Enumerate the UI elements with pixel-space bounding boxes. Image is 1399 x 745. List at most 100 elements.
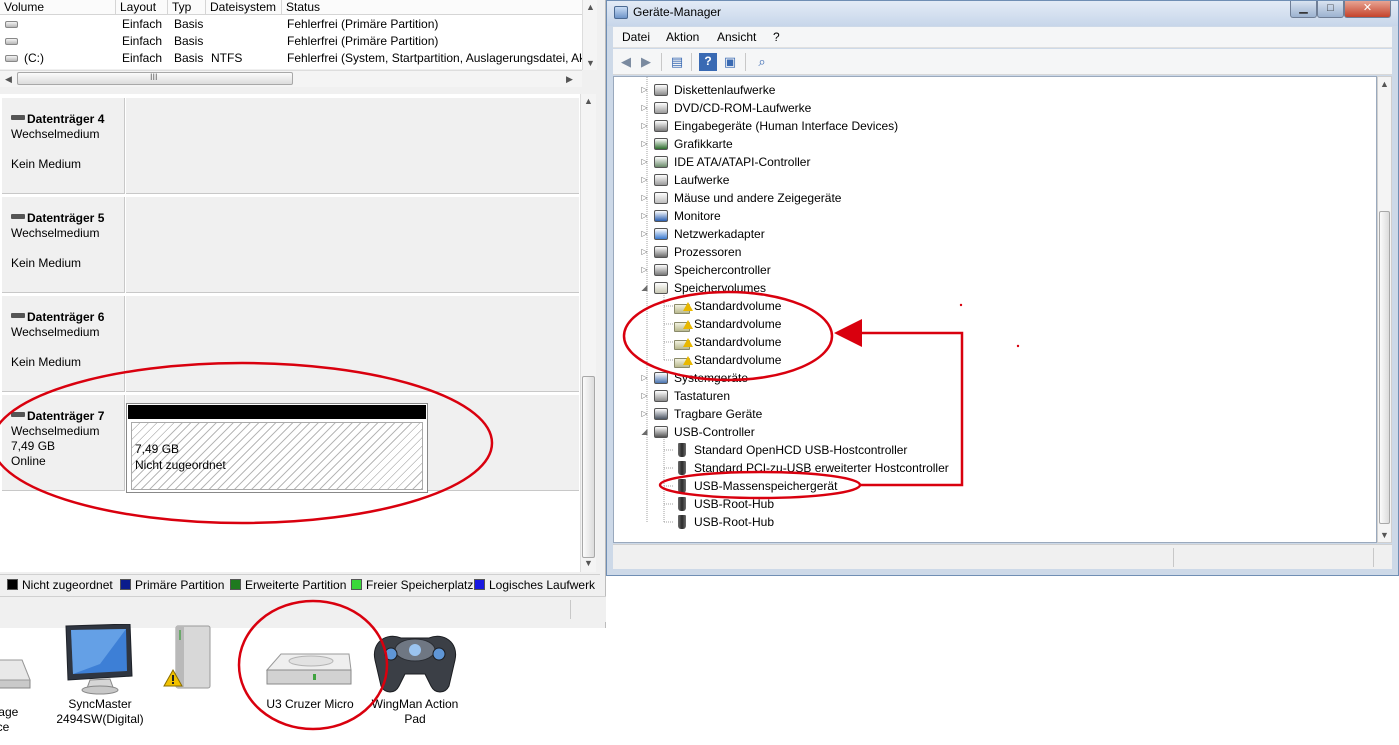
device-external-drive[interactable] bbox=[150, 625, 240, 745]
column-header-dateisystem[interactable]: Dateisystem bbox=[206, 0, 282, 15]
volume-list-vertical-scrollbar[interactable]: ▲ ▼ bbox=[582, 0, 597, 70]
scroll-right-arrow-icon[interactable]: ▶ bbox=[566, 74, 573, 84]
tree-item-label: Systemgeräte bbox=[674, 371, 749, 385]
tree-category[interactable]: ▷ IDE ATA/ATAPI-Controller bbox=[640, 153, 1340, 171]
title-bar[interactable]: Geräte-Manager ▁ □ ✕ bbox=[607, 1, 1398, 26]
vertical-scroll-thumb[interactable] bbox=[1379, 211, 1390, 524]
system-devices-icon bbox=[654, 372, 668, 384]
column-header-typ[interactable]: Typ bbox=[168, 0, 206, 15]
scroll-down-arrow-icon[interactable]: ▼ bbox=[586, 58, 595, 68]
expand-arrow-icon[interactable]: ▷ bbox=[640, 99, 649, 117]
device-wingman-action-pad[interactable]: WingMan Action Pad bbox=[360, 628, 470, 745]
expand-arrow-icon[interactable]: ▷ bbox=[640, 261, 649, 279]
expand-arrow-icon[interactable]: ▷ bbox=[640, 207, 649, 225]
tree-device[interactable]: Standardvolume bbox=[660, 333, 1360, 351]
disk-label[interactable]: Datenträger 7 Wechselmedium 7,49 GB Onli… bbox=[2, 395, 125, 491]
expand-arrow-icon[interactable]: ▷ bbox=[640, 369, 649, 387]
scroll-down-arrow-icon[interactable]: ▼ bbox=[1380, 530, 1389, 540]
tree-device[interactable]: Standardvolume bbox=[660, 351, 1360, 369]
expand-arrow-icon[interactable]: ▷ bbox=[640, 117, 649, 135]
expand-arrow-icon[interactable]: ▷ bbox=[640, 81, 649, 99]
tree-item-label: Standard OpenHCD USB-Hostcontroller bbox=[694, 443, 908, 457]
collapse-arrow-icon[interactable]: ◢ bbox=[640, 423, 649, 441]
tree-category[interactable]: ▷ Grafikkarte bbox=[640, 135, 1340, 153]
volume-row[interactable]: (C:) Einfach Basis NTFS Fehlerfrei (Syst… bbox=[0, 50, 582, 67]
scroll-up-arrow-icon[interactable]: ▲ bbox=[584, 96, 593, 106]
tree-device[interactable]: USB-Root-Hub bbox=[660, 495, 1360, 513]
column-header-layout[interactable]: Layout bbox=[116, 0, 168, 15]
disk-row[interactable]: Datenträger 4 Wechselmedium Kein Medium bbox=[2, 98, 579, 195]
expand-arrow-icon[interactable]: ▷ bbox=[640, 243, 649, 261]
tree-device[interactable]: USB-Massenspeichergerät bbox=[660, 477, 1360, 495]
vertical-scroll-thumb[interactable] bbox=[582, 376, 595, 558]
expand-arrow-icon[interactable]: ▷ bbox=[640, 189, 649, 207]
expand-arrow-icon[interactable]: ▷ bbox=[640, 135, 649, 153]
minimize-button[interactable]: ▁ bbox=[1290, 1, 1317, 18]
maximize-button[interactable]: □ bbox=[1317, 1, 1344, 18]
scroll-up-arrow-icon[interactable]: ▲ bbox=[586, 2, 595, 12]
column-header-status[interactable]: Status bbox=[282, 0, 582, 15]
tree-category[interactable]: ▷ Tragbare Geräte bbox=[640, 405, 1340, 423]
tree-category[interactable]: ▷ Laufwerke bbox=[640, 171, 1340, 189]
usb-controller-icon bbox=[654, 426, 668, 438]
show-hide-icon[interactable]: ▣ bbox=[721, 53, 739, 71]
usb-plug-icon bbox=[674, 497, 690, 511]
scan-hardware-icon[interactable]: ⌕ bbox=[753, 53, 771, 71]
disk-label[interactable]: Datenträger 6 Wechselmedium Kein Medium bbox=[2, 296, 125, 392]
tree-device[interactable]: Standard PCI-zu-USB erweiterter Hostcont… bbox=[660, 459, 1360, 477]
menu-aktion[interactable]: Aktion bbox=[666, 30, 699, 44]
drive-icon bbox=[5, 21, 18, 28]
disk-label[interactable]: Datenträger 5 Wechselmedium Kein Medium bbox=[2, 197, 125, 293]
tree-category[interactable]: ◢ Speichervolumes bbox=[640, 279, 1340, 297]
expand-arrow-icon[interactable]: ▷ bbox=[640, 153, 649, 171]
tree-device[interactable]: Standardvolume bbox=[660, 315, 1360, 333]
tree-category[interactable]: ◢ USB-Controller bbox=[640, 423, 1340, 441]
help-icon[interactable]: ? bbox=[699, 53, 717, 71]
tree-category[interactable]: ▷ Diskettenlaufwerke bbox=[640, 81, 1340, 99]
device-syncmaster[interactable]: SyncMaster 2494SW(Digital) bbox=[45, 624, 155, 745]
close-button[interactable]: ✕ bbox=[1344, 1, 1391, 18]
tree-category[interactable]: ▷ Prozessoren bbox=[640, 243, 1340, 261]
scroll-down-arrow-icon[interactable]: ▼ bbox=[584, 558, 593, 568]
disk-type: Wechselmedium bbox=[11, 226, 100, 240]
tree-category[interactable]: ▷ DVD/CD-ROM-Laufwerke bbox=[640, 99, 1340, 117]
expand-arrow-icon[interactable]: ▷ bbox=[640, 387, 649, 405]
window-title: Geräte-Manager bbox=[633, 5, 722, 19]
tree-device[interactable]: Standard OpenHCD USB-Hostcontroller bbox=[660, 441, 1360, 459]
tree-category[interactable]: ▷ Tastaturen bbox=[640, 387, 1340, 405]
properties-icon[interactable]: ▤ bbox=[668, 53, 686, 71]
device-u3-cruzer-micro[interactable]: U3 Cruzer Micro bbox=[255, 628, 365, 745]
back-icon[interactable]: ◀ bbox=[617, 53, 635, 71]
menu-datei[interactable]: Datei bbox=[622, 30, 650, 44]
volume-row[interactable]: Einfach Basis Fehlerfrei (Primäre Partit… bbox=[0, 33, 582, 50]
horizontal-scroll-thumb[interactable]: III bbox=[17, 72, 293, 85]
scroll-left-arrow-icon[interactable]: ◀ bbox=[5, 74, 12, 84]
unallocated-partition[interactable]: 7,49 GB Nicht zugeordnet bbox=[126, 403, 428, 493]
disk-row[interactable]: Datenträger 5 Wechselmedium Kein Medium bbox=[2, 197, 579, 294]
legend-color-swatch bbox=[474, 579, 485, 590]
collapse-arrow-icon[interactable]: ◢ bbox=[640, 279, 649, 297]
menu-ansicht[interactable]: Ansicht bbox=[717, 30, 756, 44]
forward-icon[interactable]: ▶ bbox=[637, 53, 655, 71]
column-header-volume[interactable]: Volume bbox=[0, 0, 116, 15]
tree-device[interactable]: Standardvolume bbox=[660, 297, 1360, 315]
volume-warning-icon bbox=[674, 299, 693, 314]
tree-category[interactable]: ▷ Mäuse und andere Zeigegeräte bbox=[640, 189, 1340, 207]
scroll-up-arrow-icon[interactable]: ▲ bbox=[1380, 79, 1389, 89]
disk-row[interactable]: Datenträger 6 Wechselmedium Kein Medium bbox=[2, 296, 579, 393]
menu-help[interactable]: ? bbox=[773, 30, 780, 44]
disk-label[interactable]: Datenträger 4 Wechselmedium Kein Medium bbox=[2, 98, 125, 194]
tree-category[interactable]: ▷ Speichercontroller bbox=[640, 261, 1340, 279]
tree-category[interactable]: ▷ Monitore bbox=[640, 207, 1340, 225]
expand-arrow-icon[interactable]: ▷ bbox=[640, 225, 649, 243]
tree-category[interactable]: ▷ Eingabegeräte (Human Interface Devices) bbox=[640, 117, 1340, 135]
expand-arrow-icon[interactable]: ▷ bbox=[640, 171, 649, 189]
tree-device[interactable]: USB-Root-Hub bbox=[660, 513, 1360, 531]
disk-state: Kein Medium bbox=[11, 355, 82, 369]
expand-arrow-icon[interactable]: ▷ bbox=[640, 405, 649, 423]
volume-row[interactable]: Einfach Basis Fehlerfrei (Primäre Partit… bbox=[0, 16, 582, 33]
partition-body[interactable]: 7,49 GB Nicht zugeordnet bbox=[131, 422, 423, 490]
disk-name: Datenträger 6 bbox=[11, 310, 104, 324]
tree-category[interactable]: ▷ Netzwerkadapter bbox=[640, 225, 1340, 243]
tree-category[interactable]: ▷ Systemgeräte bbox=[640, 369, 1340, 387]
